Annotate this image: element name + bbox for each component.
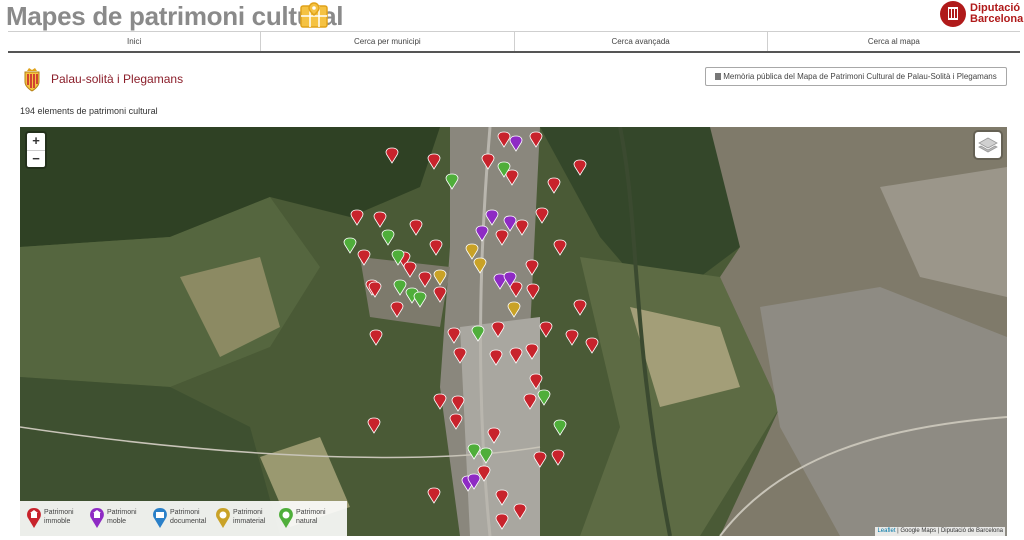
site-title[interactable]: Mapes de patrimoni cultural <box>6 1 343 32</box>
marker-natural <box>445 173 459 190</box>
municipality-name: Palau-solità i Plegamans <box>51 72 184 86</box>
marker-natural <box>479 447 493 464</box>
marker-immoble <box>429 239 443 256</box>
marker-immoble <box>487 427 501 444</box>
marker-immoble <box>403 261 417 278</box>
layers-icon <box>978 137 998 153</box>
marker-immoble <box>553 239 567 256</box>
marker-immoble <box>433 393 447 410</box>
marker-immaterial <box>433 269 447 286</box>
main-nav: Inici Cerca per municipi Cerca avançada … <box>8 31 1020 53</box>
memoria-button-label: Memòria pública del Mapa de Patrimoni Cu… <box>723 72 997 81</box>
map-legend: Patrimoni immoble Patrimoni moble Patrim… <box>20 501 347 536</box>
marker-immoble <box>547 177 561 194</box>
map-attribution: Leaflet | Google Maps | Diputació de Bar… <box>875 527 1005 536</box>
municipality-shield-icon <box>24 68 40 92</box>
documental-pin-icon <box>153 508 167 528</box>
marker-immoble <box>390 301 404 318</box>
nav-cerca-per-municipi[interactable]: Cerca per municipi <box>261 32 515 51</box>
marker-immoble <box>367 417 381 434</box>
natural-pin-icon <box>279 508 293 528</box>
marker-immoble <box>509 347 523 364</box>
marker-immoble <box>427 153 441 170</box>
marker-immoble <box>573 159 587 176</box>
element-count: 194 elements de patrimoni cultural <box>20 106 158 116</box>
marker-natural <box>343 237 357 254</box>
leaflet-link[interactable]: Leaflet <box>877 528 895 534</box>
layers-button[interactable] <box>975 132 1001 158</box>
marker-immoble <box>433 286 447 303</box>
marker-immoble <box>526 283 540 300</box>
marker-immoble <box>573 299 587 316</box>
marker-immoble <box>418 271 432 288</box>
marker-immoble <box>373 211 387 228</box>
document-icon <box>715 73 722 80</box>
marker-immoble <box>535 207 549 224</box>
nav-inici[interactable]: Inici <box>8 32 262 51</box>
marker-immoble <box>523 393 537 410</box>
marker-immoble <box>451 395 465 412</box>
marker-natural <box>467 443 481 460</box>
zoom-in-button[interactable]: + <box>27 133 45 150</box>
marker-immoble <box>515 219 529 236</box>
marker-natural <box>413 291 427 308</box>
moble-pin-icon <box>90 508 104 528</box>
marker-moble <box>485 209 499 226</box>
marker-immoble <box>551 449 565 466</box>
marker-immoble <box>357 249 371 266</box>
marker-immoble <box>427 487 441 504</box>
marker-immoble <box>481 153 495 170</box>
memoria-publica-button[interactable]: Memòria pública del Mapa de Patrimoni Cu… <box>705 67 1007 86</box>
marker-moble <box>475 225 489 242</box>
marker-natural <box>381 229 395 246</box>
marker-moble <box>503 215 517 232</box>
marker-immoble <box>525 259 539 276</box>
marker-natural <box>553 419 567 436</box>
marker-immoble <box>497 131 511 148</box>
marker-immoble <box>585 337 599 354</box>
map-logo-icon <box>300 2 328 28</box>
heritage-map[interactable]: + − Patrimoni immoble Patrimoni moble Pa… <box>20 127 1007 536</box>
marker-immoble <box>449 413 463 430</box>
marker-immoble <box>505 169 519 186</box>
marker-moble <box>509 135 523 152</box>
zoom-control: + − <box>27 133 45 167</box>
marker-immoble <box>495 229 509 246</box>
marker-immoble <box>453 347 467 364</box>
marker-immaterial <box>465 243 479 260</box>
marker-natural <box>471 325 485 342</box>
zoom-out-button[interactable]: − <box>27 150 45 167</box>
marker-natural <box>537 389 551 406</box>
marker-immoble <box>533 451 547 468</box>
marker-immoble <box>529 373 543 390</box>
marker-immoble <box>513 503 527 520</box>
marker-immoble <box>447 327 461 344</box>
diputacio-logo-text: Diputació Barcelona <box>970 2 1024 25</box>
marker-immoble <box>385 147 399 164</box>
marker-natural <box>393 279 407 296</box>
marker-immoble <box>495 489 509 506</box>
marker-immoble <box>369 329 383 346</box>
immoble-pin-icon <box>27 508 41 528</box>
marker-immoble <box>525 343 539 360</box>
marker-immaterial <box>473 257 487 274</box>
marker-immoble <box>491 321 505 338</box>
diputacio-emblem-icon <box>940 1 966 27</box>
immaterial-pin-icon <box>216 508 230 528</box>
nav-cerca-avancada[interactable]: Cerca avançada <box>515 32 768 51</box>
marker-immoble <box>539 321 553 338</box>
marker-immoble <box>495 513 509 530</box>
marker-immoble <box>368 281 382 298</box>
site-header: Mapes de patrimoni cultural Diputació Bar… <box>0 0 1024 31</box>
marker-immoble <box>350 209 364 226</box>
map-markers-layer <box>343 131 599 530</box>
marker-immoble <box>489 349 503 366</box>
marker-immaterial <box>507 301 521 318</box>
marker-immoble <box>565 329 579 346</box>
marker-immoble <box>409 219 423 236</box>
nav-cerca-al-mapa[interactable]: Cerca al mapa <box>768 32 1020 51</box>
marker-immoble <box>529 131 543 148</box>
